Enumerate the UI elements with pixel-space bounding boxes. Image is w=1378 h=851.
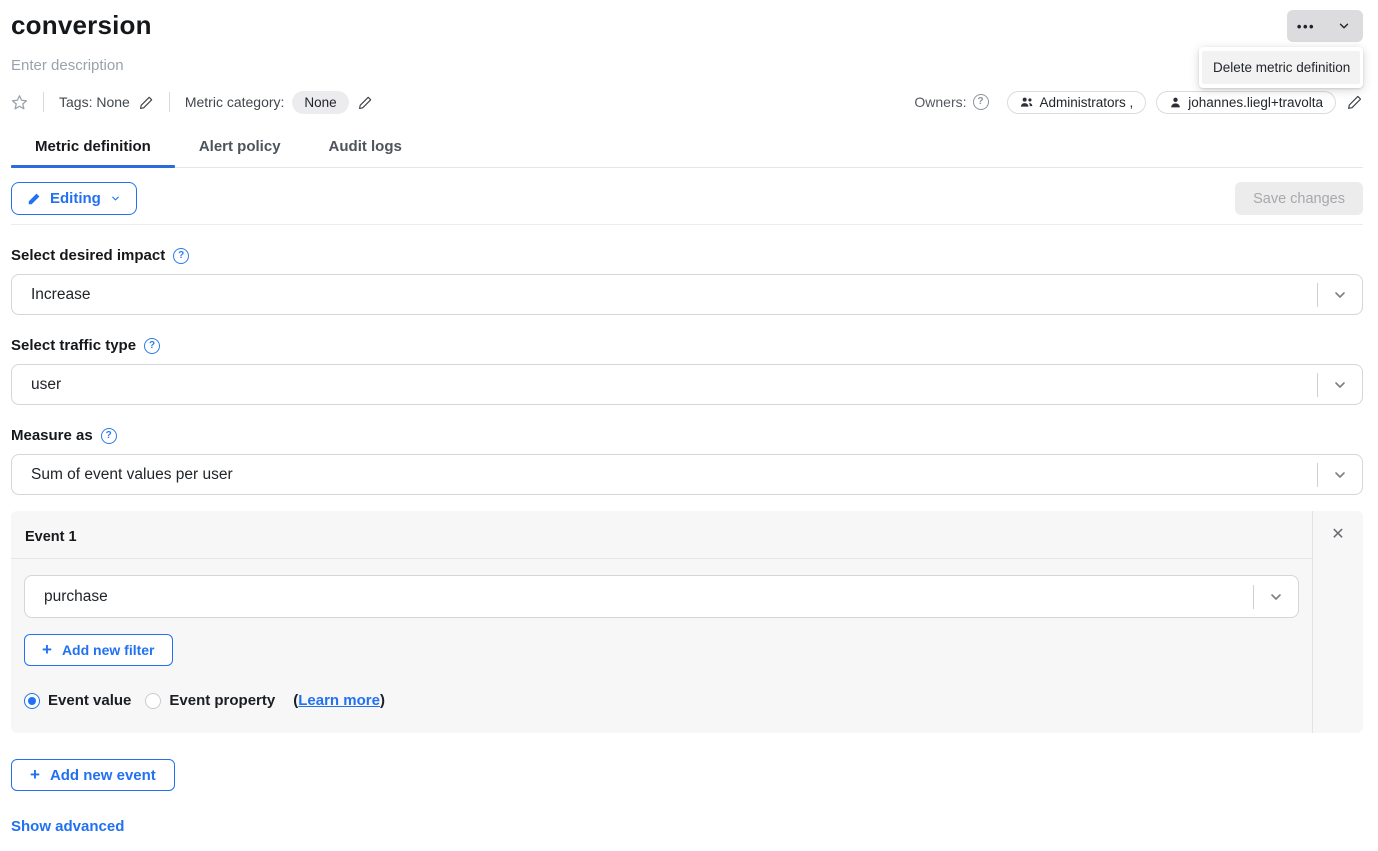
add-new-event-button[interactable]: + Add new event bbox=[11, 759, 175, 791]
person-icon bbox=[1169, 96, 1182, 109]
add-new-filter-button[interactable]: + Add new filter bbox=[24, 634, 173, 666]
event-card-title: Event 1 bbox=[11, 511, 1312, 559]
meta-row: Tags: None Metric category: None Owners:… bbox=[11, 90, 1363, 114]
editing-label: Editing bbox=[50, 190, 101, 207]
meta-left: Tags: None Metric category: None bbox=[11, 91, 373, 114]
edit-tags-button[interactable] bbox=[139, 95, 154, 110]
event-property-radio[interactable] bbox=[145, 693, 161, 709]
event-name-select[interactable]: purchase bbox=[24, 575, 1299, 618]
owners-label: Owners: bbox=[914, 94, 966, 110]
measure-label-text: Measure as bbox=[11, 427, 93, 444]
plus-icon: + bbox=[42, 641, 52, 658]
show-advanced-link[interactable]: Show advanced bbox=[11, 818, 124, 835]
chevron-down-icon[interactable] bbox=[1318, 287, 1362, 303]
event-value-radio-label[interactable]: Event value bbox=[48, 692, 131, 709]
divider bbox=[169, 92, 170, 112]
edit-metric-category-button[interactable] bbox=[358, 95, 373, 110]
more-options-button[interactable]: ••• bbox=[1287, 10, 1325, 42]
more-actions-menu: Delete metric definition bbox=[1199, 47, 1363, 88]
ellipsis-icon: ••• bbox=[1297, 20, 1315, 33]
owner-group-name: Administrators , bbox=[1040, 95, 1134, 110]
group-icon bbox=[1020, 96, 1034, 108]
plus-icon: + bbox=[30, 766, 40, 783]
help-icon[interactable]: ? bbox=[144, 338, 160, 354]
edit-owners-button[interactable] bbox=[1347, 94, 1363, 110]
pencil-icon bbox=[139, 95, 154, 110]
help-icon[interactable]: ? bbox=[173, 248, 189, 264]
pencil-icon bbox=[1347, 94, 1363, 110]
editing-mode-button[interactable]: Editing bbox=[11, 182, 137, 215]
measure-type-radio-group: Event value Event property (Learn more) bbox=[24, 692, 1299, 709]
event-card: Event 1 purchase + Add new filter Event … bbox=[11, 511, 1363, 733]
more-actions-split-button: ••• bbox=[1287, 10, 1363, 42]
tab-alert-policy[interactable]: Alert policy bbox=[175, 132, 305, 167]
tab-metric-definition[interactable]: Metric definition bbox=[11, 132, 175, 167]
more-actions: ••• Delete metric definition bbox=[1287, 10, 1363, 42]
chevron-down-icon[interactable] bbox=[1318, 377, 1362, 393]
metric-page: conversion ••• Delete metric definition … bbox=[0, 0, 1378, 851]
impact-label-text: Select desired impact bbox=[11, 247, 165, 264]
owners-section: Owners: ? Administrators , johannes.lieg… bbox=[914, 91, 1363, 114]
metric-category-label: Metric category: bbox=[185, 94, 285, 110]
tab-audit-logs[interactable]: Audit logs bbox=[305, 132, 426, 167]
impact-select[interactable]: Increase bbox=[11, 274, 1363, 315]
divider bbox=[43, 92, 44, 112]
help-icon[interactable]: ? bbox=[101, 428, 117, 444]
traffic-label-text: Select traffic type bbox=[11, 337, 136, 354]
impact-field-label: Select desired impact ? bbox=[11, 247, 1363, 264]
tags-label: Tags: None bbox=[59, 94, 130, 110]
owner-user-name: johannes.liegl+travolta bbox=[1188, 95, 1323, 110]
star-icon bbox=[11, 94, 28, 111]
owner-group-badge[interactable]: Administrators , bbox=[1007, 91, 1147, 114]
page-header: conversion ••• Delete metric definition bbox=[11, 10, 1363, 42]
learn-more-wrap: (Learn more) bbox=[293, 692, 385, 709]
measure-select[interactable]: Sum of event values per user bbox=[11, 454, 1363, 495]
chevron-down-icon[interactable] bbox=[1318, 467, 1362, 483]
menu-item-delete-metric[interactable]: Delete metric definition bbox=[1202, 51, 1360, 84]
more-options-dropdown-toggle[interactable] bbox=[1325, 10, 1363, 42]
owner-user-badge[interactable]: johannes.liegl+travolta bbox=[1156, 91, 1336, 114]
event-card-side: ✕ bbox=[1313, 511, 1363, 733]
event-property-radio-label[interactable]: Event property bbox=[169, 692, 275, 709]
edit-toolbar: Editing Save changes bbox=[11, 182, 1363, 215]
learn-more-link[interactable]: Learn more bbox=[298, 692, 380, 709]
measure-field-label: Measure as ? bbox=[11, 427, 1363, 444]
divider bbox=[11, 224, 1363, 225]
add-filter-label: Add new filter bbox=[62, 642, 155, 658]
favorite-star-button[interactable] bbox=[11, 94, 28, 111]
page-title: conversion bbox=[11, 10, 152, 41]
event-name-value: purchase bbox=[25, 588, 1253, 606]
description-field[interactable]: Enter description bbox=[11, 57, 1363, 74]
pencil-icon bbox=[27, 192, 41, 206]
measure-select-value: Sum of event values per user bbox=[12, 466, 1317, 484]
pencil-icon bbox=[358, 95, 373, 110]
traffic-select-value: user bbox=[12, 376, 1317, 394]
tab-bar: Metric definition Alert policy Audit log… bbox=[11, 132, 1363, 168]
paren-close: ) bbox=[380, 692, 385, 709]
event-card-main: Event 1 purchase + Add new filter Event … bbox=[11, 511, 1313, 733]
help-icon[interactable]: ? bbox=[973, 94, 989, 110]
metric-category-badge[interactable]: None bbox=[292, 91, 348, 114]
remove-event-button[interactable]: ✕ bbox=[1331, 527, 1344, 543]
impact-select-value: Increase bbox=[12, 286, 1317, 304]
add-event-label: Add new event bbox=[50, 767, 156, 784]
chevron-down-icon bbox=[110, 193, 121, 204]
traffic-select[interactable]: user bbox=[11, 364, 1363, 405]
save-changes-button[interactable]: Save changes bbox=[1235, 182, 1363, 215]
event-card-body: purchase + Add new filter Event value Ev… bbox=[11, 559, 1312, 733]
traffic-field-label: Select traffic type ? bbox=[11, 337, 1363, 354]
event-value-radio[interactable] bbox=[24, 693, 40, 709]
chevron-down-icon bbox=[1337, 19, 1351, 33]
chevron-down-icon[interactable] bbox=[1254, 589, 1298, 605]
